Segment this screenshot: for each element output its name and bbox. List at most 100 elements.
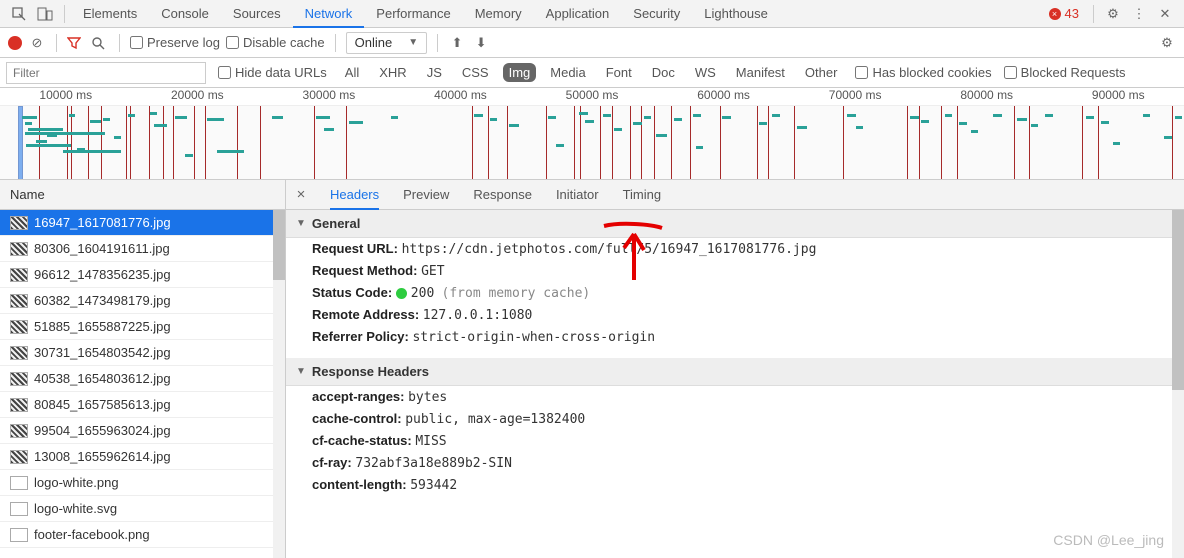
triangle-down-icon: ▼ [296, 358, 306, 386]
main-tab-application[interactable]: Application [534, 0, 622, 28]
overview-tick: 90000 ms [1053, 88, 1184, 105]
overview-request-bar [772, 114, 780, 117]
overview-request-bar [1101, 121, 1109, 124]
section-response-headers[interactable]: ▼Response Headers [286, 358, 1184, 386]
request-row[interactable]: 30731_1654803542.jpg [0, 340, 285, 366]
overview-tick: 60000 ms [658, 88, 790, 105]
overview-load-marker [1172, 106, 1173, 180]
filter-type-doc[interactable]: Doc [646, 63, 681, 82]
overview-load-marker [507, 106, 508, 180]
gear-icon[interactable]: ⚙ [1158, 35, 1176, 51]
preserve-log-checkbox[interactable]: Preserve log [130, 35, 220, 50]
request-row[interactable]: 51885_1655887225.jpg [0, 314, 285, 340]
overview-load-marker [612, 106, 613, 180]
close-icon[interactable]: × [292, 186, 310, 203]
scroll-thumb[interactable] [273, 210, 285, 280]
resource-thumbnail-icon [10, 268, 28, 282]
overview-request-bar [207, 118, 224, 121]
overview-request-bar [324, 128, 333, 131]
main-tab-lighthouse[interactable]: Lighthouse [692, 0, 780, 28]
scrollbar[interactable] [1172, 210, 1184, 558]
main-tab-network[interactable]: Network [293, 0, 365, 28]
overview-request-bar [1045, 114, 1052, 117]
request-row[interactable]: 96612_1478356235.jpg [0, 262, 285, 288]
filter-type-xhr[interactable]: XHR [373, 63, 412, 82]
section-general[interactable]: ▼General [286, 210, 1184, 238]
main-tab-elements[interactable]: Elements [71, 0, 149, 28]
main-tab-memory[interactable]: Memory [463, 0, 534, 28]
upload-har-icon[interactable]: ⬆ [448, 35, 466, 51]
throttling-select[interactable]: Online▼ [346, 32, 427, 54]
request-list-header[interactable]: Name [0, 180, 285, 210]
request-row[interactable]: footer-facebook.png [0, 522, 285, 548]
details-tab-response[interactable]: Response [473, 180, 532, 210]
device-toggle-icon[interactable] [35, 4, 55, 24]
filter-type-ws[interactable]: WS [689, 63, 722, 82]
filter-input[interactable] [6, 62, 206, 84]
filter-type-js[interactable]: JS [421, 63, 448, 82]
overview-request-bar [993, 114, 1001, 117]
overview-request-bar [47, 134, 56, 137]
details-tab-initiator[interactable]: Initiator [556, 180, 599, 210]
hide-data-urls-checkbox[interactable]: Hide data URLs [218, 65, 327, 80]
filter-type-all[interactable]: All [339, 63, 365, 82]
filter-type-manifest[interactable]: Manifest [730, 63, 791, 82]
inspect-icon[interactable] [9, 4, 29, 24]
details-tab-preview[interactable]: Preview [403, 180, 449, 210]
overview-timeline[interactable]: 10000 ms20000 ms30000 ms40000 ms50000 ms… [0, 88, 1184, 180]
disable-cache-checkbox[interactable]: Disable cache [226, 35, 325, 50]
search-icon[interactable] [91, 36, 109, 50]
kebab-icon[interactable]: ⋮ [1129, 4, 1149, 24]
clear-icon[interactable]: ⊘ [28, 35, 46, 51]
close-icon[interactable]: ✕ [1155, 4, 1175, 24]
record-button[interactable] [8, 36, 22, 50]
main-tab-security[interactable]: Security [621, 0, 692, 28]
filter-type-other[interactable]: Other [799, 63, 844, 82]
filter-icon[interactable] [67, 36, 85, 50]
has-blocked-cookies-checkbox[interactable]: Has blocked cookies [855, 65, 991, 80]
filter-type-font[interactable]: Font [600, 63, 638, 82]
watermark: CSDN @Lee_jing [1053, 532, 1164, 548]
scroll-thumb[interactable] [1172, 210, 1184, 390]
filter-type-css[interactable]: CSS [456, 63, 495, 82]
request-row[interactable]: 99504_1655963024.jpg [0, 418, 285, 444]
request-row[interactable]: logo-white.svg [0, 496, 285, 522]
blocked-requests-checkbox[interactable]: Blocked Requests [1004, 65, 1126, 80]
overview-load-marker [488, 106, 489, 180]
request-row[interactable]: 16947_1617081776.jpg [0, 210, 285, 236]
overview-request-bar [1143, 114, 1150, 117]
overview-load-marker [101, 106, 102, 180]
overview-load-marker [630, 106, 631, 180]
network-toolbar: ⊘ Preserve log Disable cache Online▼ ⬆ ⬇… [0, 28, 1184, 58]
kv-accept-ranges: accept-ranges: bytes [286, 386, 1184, 408]
main-tab-console[interactable]: Console [149, 0, 221, 28]
overview-request-bar [1164, 136, 1172, 139]
kv-content-length: content-length: 593442 [286, 474, 1184, 496]
main-tab-sources[interactable]: Sources [221, 0, 293, 28]
request-row[interactable]: logo-white.png [0, 470, 285, 496]
filter-type-img[interactable]: Img [503, 63, 537, 82]
request-row[interactable]: 60382_1473498179.jpg [0, 288, 285, 314]
error-count[interactable]: ×43 [1049, 6, 1079, 21]
details-tab-timing[interactable]: Timing [623, 180, 662, 210]
overview-load-marker [907, 106, 908, 180]
request-row[interactable]: 40538_1654803612.jpg [0, 366, 285, 392]
gear-icon[interactable]: ⚙ [1103, 4, 1123, 24]
request-row[interactable]: 80306_1604191611.jpg [0, 236, 285, 262]
filter-type-media[interactable]: Media [544, 63, 591, 82]
overview-request-bar [633, 122, 641, 125]
overview-load-marker [1098, 106, 1099, 180]
request-name: logo-white.svg [34, 501, 117, 516]
request-row[interactable]: 80845_1657585613.jpg [0, 392, 285, 418]
overview-load-marker [641, 106, 642, 180]
request-row[interactable]: 13008_1655962614.jpg [0, 444, 285, 470]
request-name: 80306_1604191611.jpg [34, 241, 170, 256]
details-tab-headers[interactable]: Headers [330, 180, 379, 210]
overview-request-bar [349, 121, 363, 124]
overview-load-marker [1029, 106, 1030, 180]
download-har-icon[interactable]: ⬇ [472, 35, 490, 51]
overview-load-marker [957, 106, 958, 180]
overview-request-bar [474, 114, 483, 117]
main-tab-performance[interactable]: Performance [364, 0, 462, 28]
scrollbar[interactable] [273, 210, 285, 558]
